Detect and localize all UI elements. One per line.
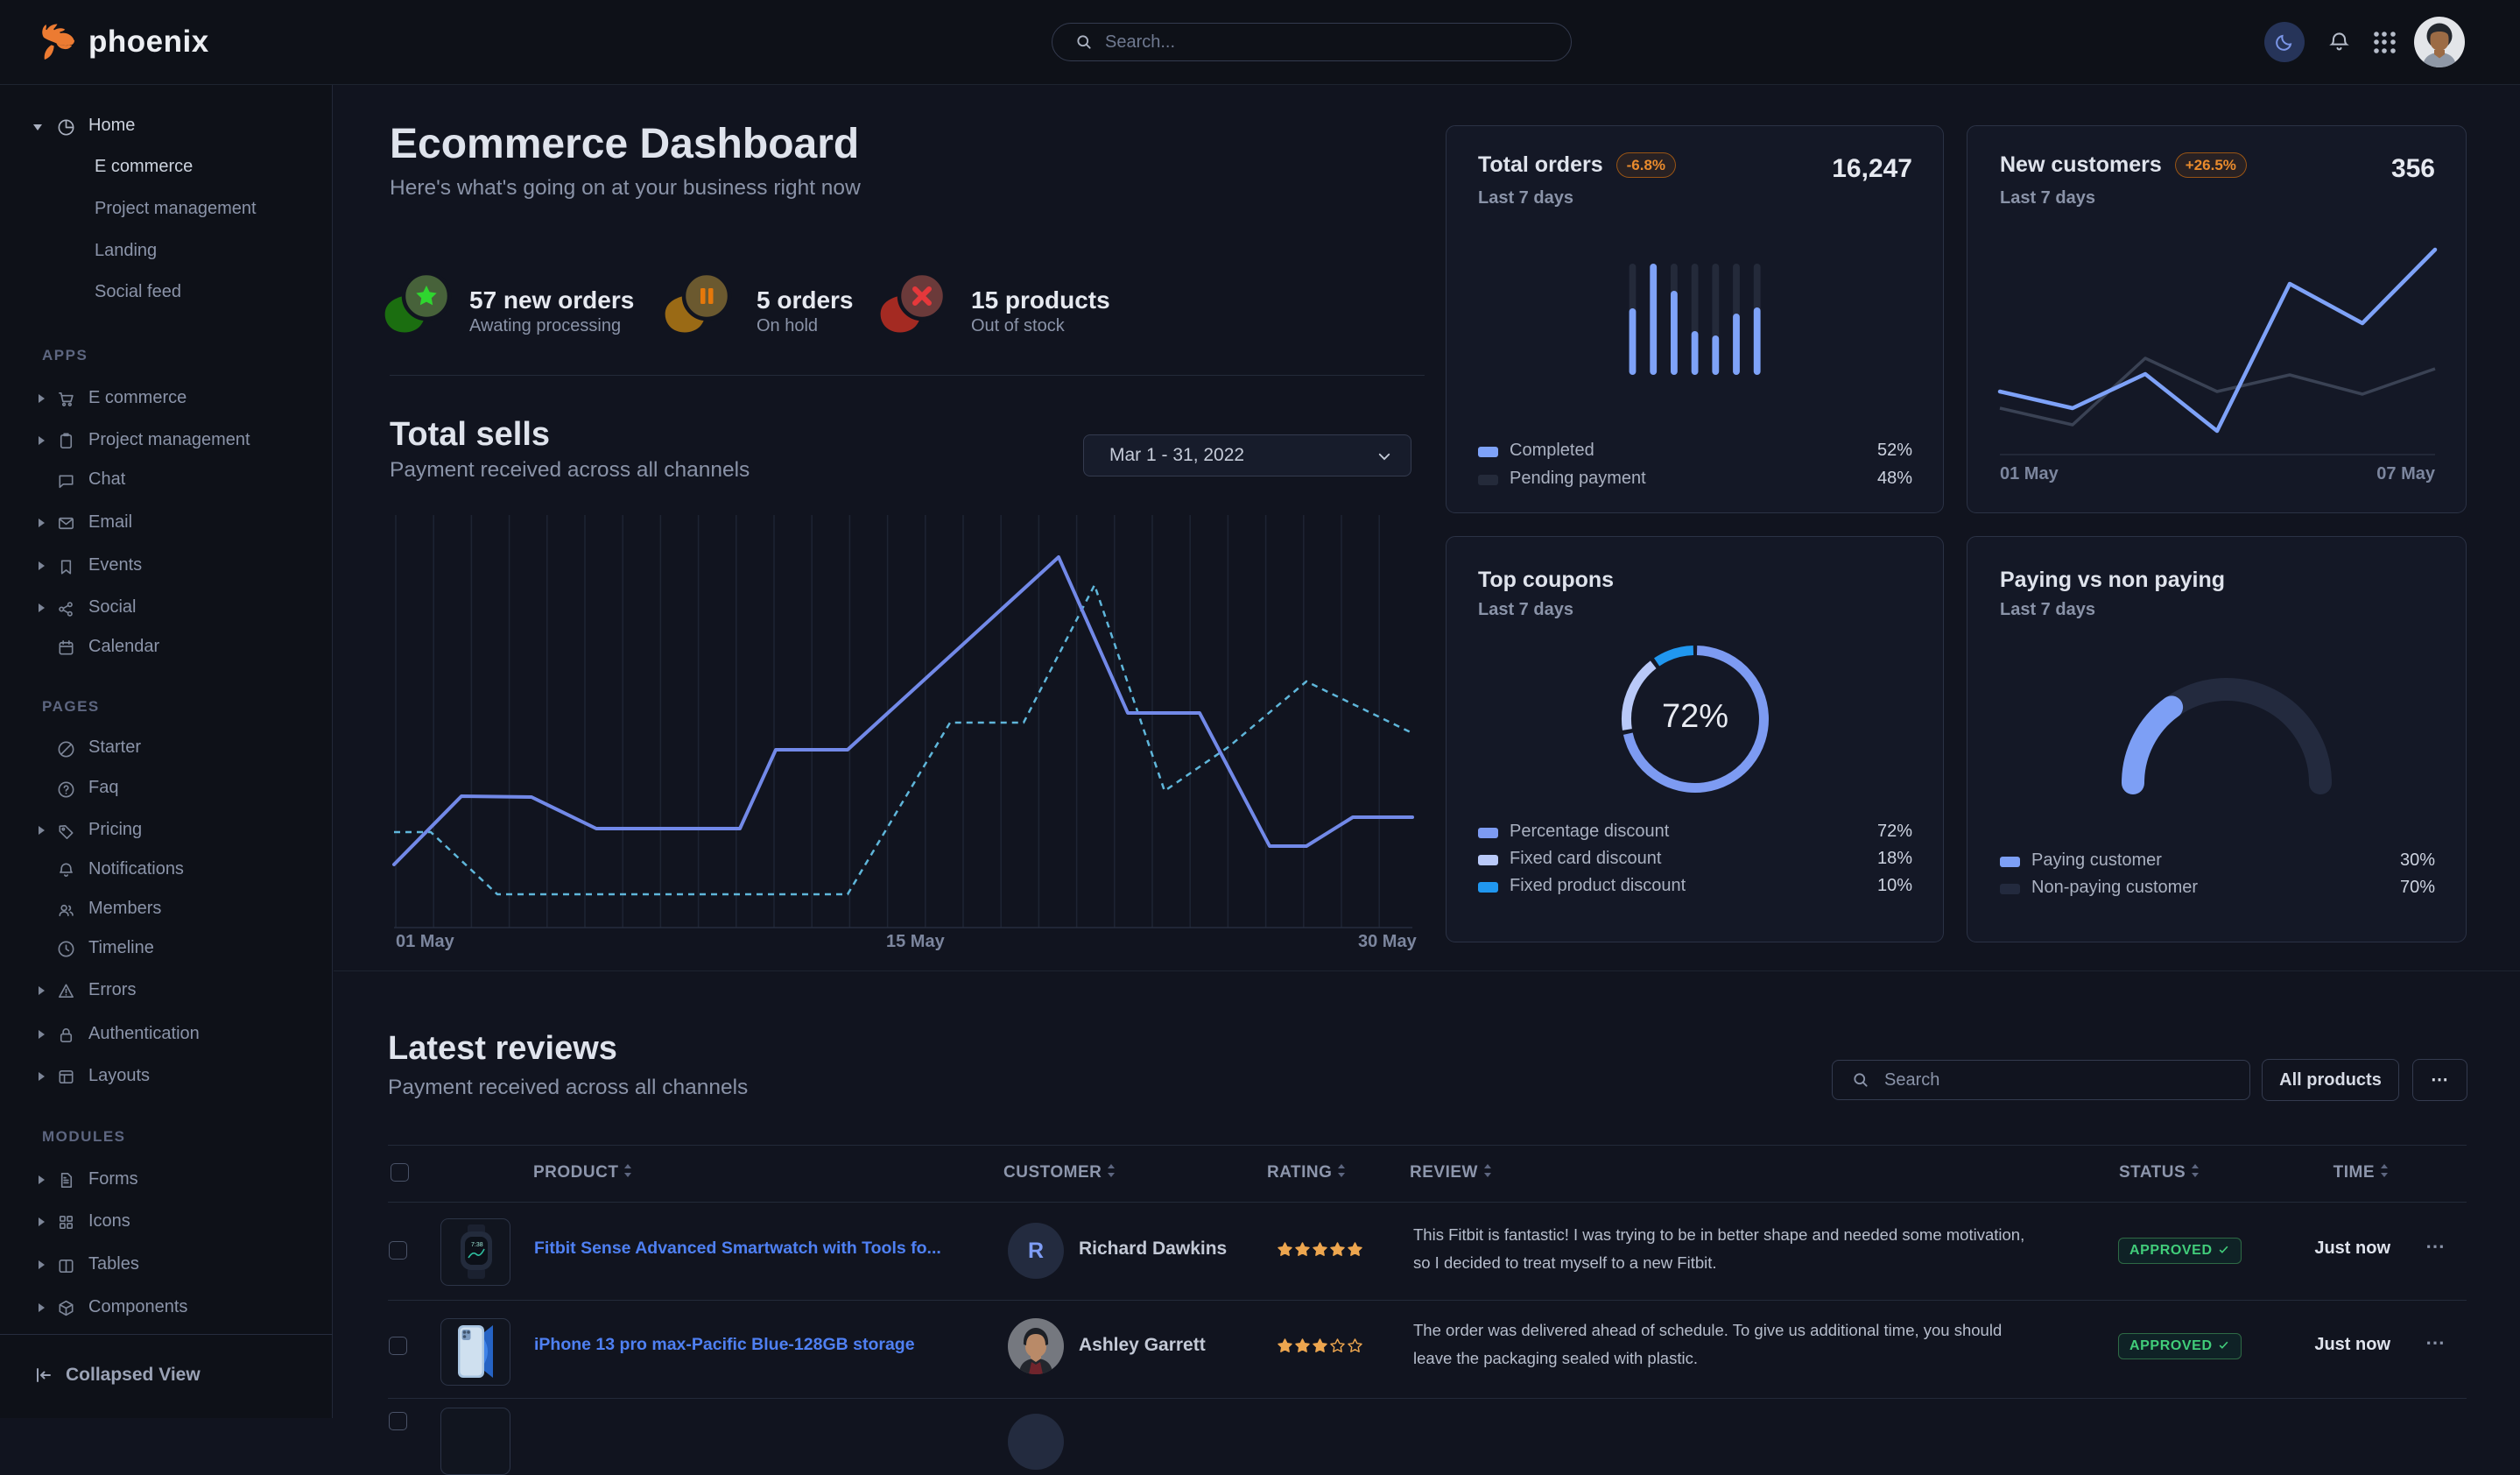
svg-text:7:38: 7:38 — [471, 1242, 483, 1248]
